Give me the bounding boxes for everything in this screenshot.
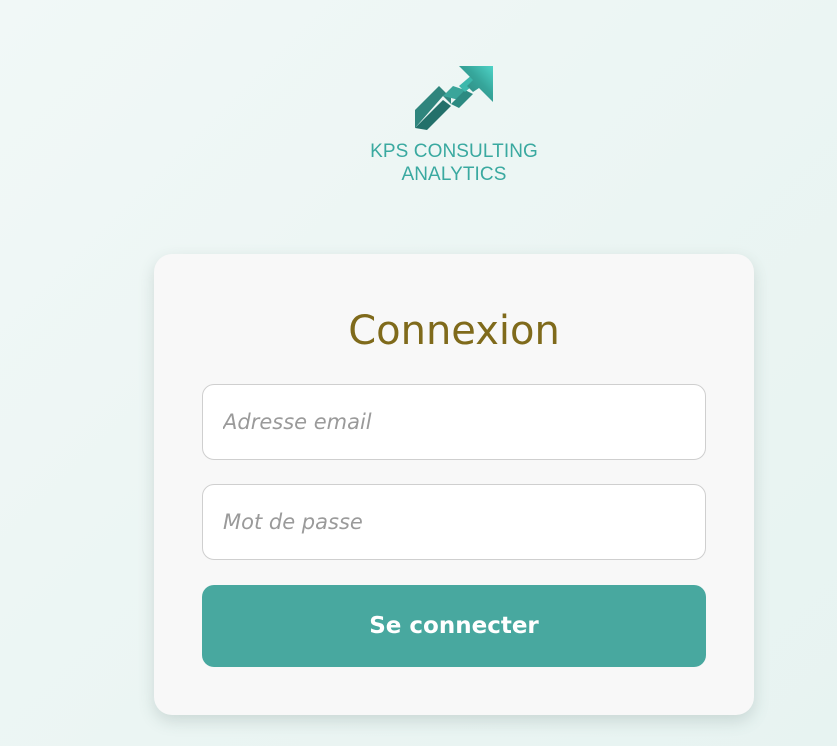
brand-header: KPS CONSULTING ANALYTICS <box>0 0 837 200</box>
password-field[interactable] <box>202 484 706 560</box>
email-field[interactable] <box>202 384 706 460</box>
login-button[interactable]: Se connecter <box>202 585 706 667</box>
login-card: Connexion Se connecter <box>154 254 754 715</box>
brand-name-line1: KPS CONSULTING <box>370 141 538 162</box>
brand-name-line2: ANALYTICS <box>401 164 507 185</box>
login-title: Connexion <box>348 308 560 354</box>
trending-up-arrow-icon <box>415 66 493 130</box>
brand-name: KPS CONSULTING ANALYTICS <box>344 140 564 186</box>
